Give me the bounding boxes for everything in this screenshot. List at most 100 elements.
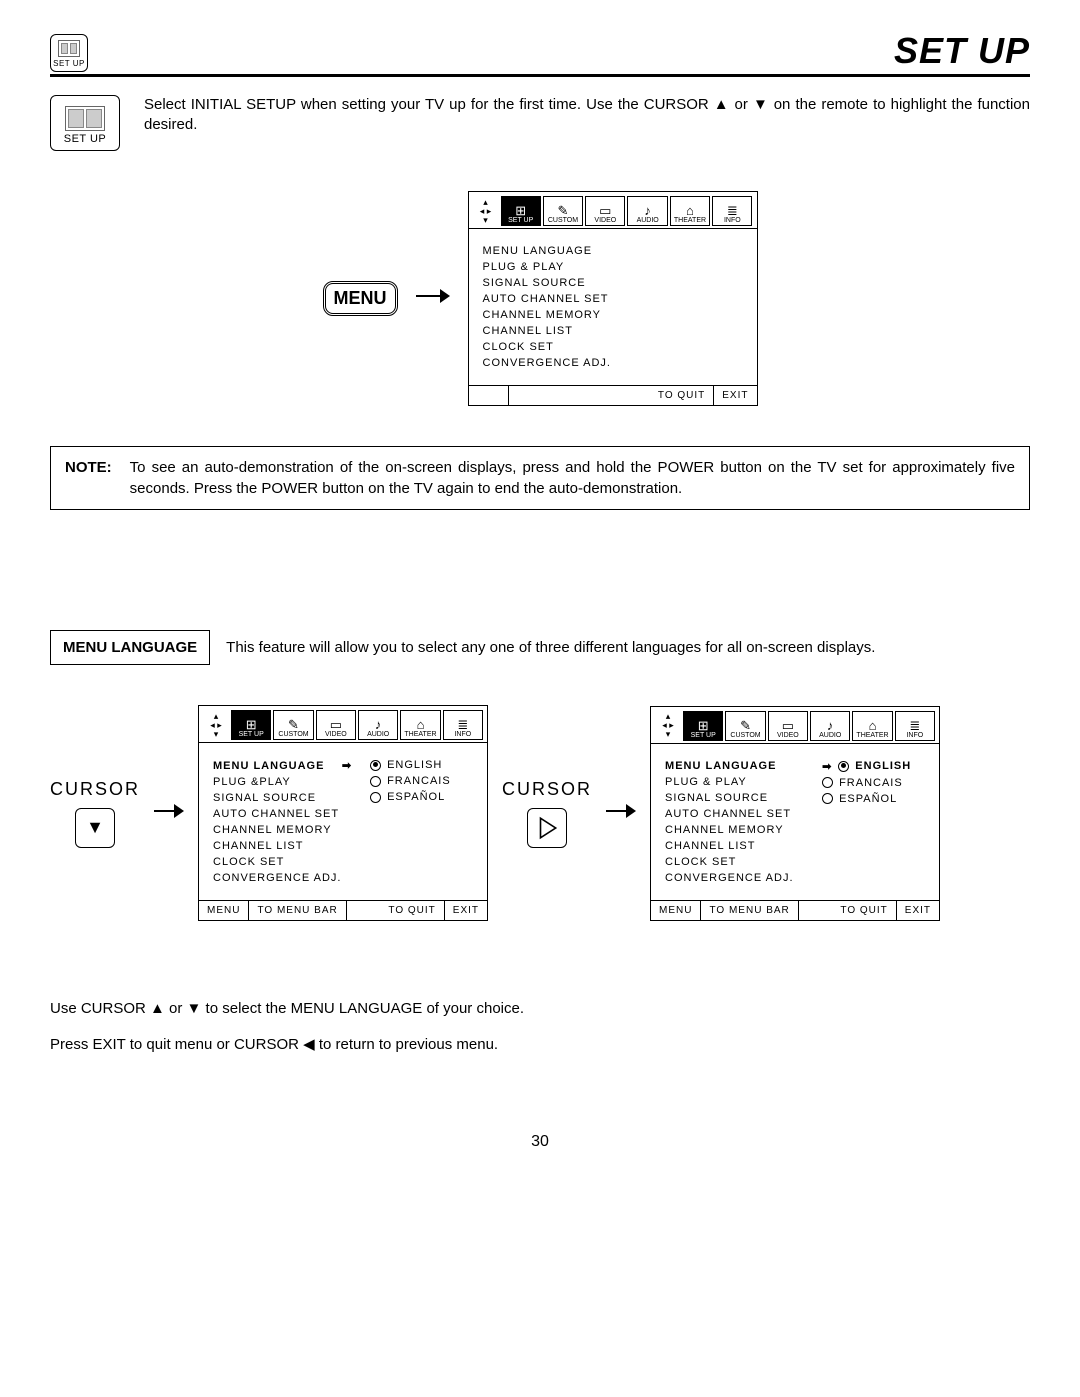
instruction-line: Use CURSOR ▲ or ▼ to select the MENU LAN… [50, 991, 1030, 1027]
osd-tab-custom[interactable]: ✎CUSTOM [725, 711, 765, 741]
lang-label: FRANCAIS [387, 775, 451, 787]
osd-item[interactable]: AUTO CHANNEL SET [483, 291, 747, 307]
osd-item-label: MENU LANGUAGE [665, 760, 776, 772]
osd-item[interactable]: CHANNEL LIST [483, 323, 747, 339]
instructions: Use CURSOR ▲ or ▼ to select the MENU LAN… [50, 991, 1030, 1063]
osd-item[interactable]: AUTO CHANNEL SET [213, 806, 352, 822]
osd-item[interactable]: CONVERGENCE ADJ. [665, 870, 804, 886]
lang-label: ESPAÑOL [387, 791, 445, 803]
cursor-label: CURSOR [50, 779, 140, 800]
osd-footer-exit[interactable]: EXIT [445, 901, 487, 920]
radio-icon [370, 792, 381, 803]
osd-tab-custom[interactable]: ✎CUSTOM [273, 710, 313, 740]
osd-footer-menubar: TO MENU BAR [701, 901, 798, 920]
note-box: NOTE: To see an auto-demonstration of th… [50, 446, 1030, 510]
arrow-right-icon [416, 283, 450, 315]
osd-tab-bar: ▴ ◂ ▸ ▾ ⊞SET UP ✎CUSTOM ▭VIDEO ♪AUDIO ⌂T… [469, 192, 757, 229]
osd-item[interactable]: CONVERGENCE ADJ. [483, 355, 747, 371]
osd-item[interactable]: PLUG &PLAY [213, 774, 352, 790]
osd-item-selected[interactable]: MENU LANGUAGE [665, 758, 804, 774]
osd-footer-quit: TO QUIT [380, 901, 444, 920]
menu-to-osd-row: MENU ▴ ◂ ▸ ▾ ⊞SET UP ✎CUSTOM ▭VIDEO ♪AUD… [50, 191, 1030, 406]
osd-item[interactable]: CHANNEL MEMORY [213, 822, 352, 838]
osd-cursor-arrows-icon: ▴ ◂ ▸ ▾ [473, 196, 499, 226]
lang-option[interactable]: FRANCAIS [822, 775, 929, 791]
setup-icon-med-label: SET UP [64, 133, 107, 145]
menu-language-desc: This feature will allow you to select an… [226, 639, 1030, 656]
osd-footer: MENU TO MENU BAR TO QUIT EXIT [199, 900, 487, 920]
osd-footer-menubar: TO MENU BAR [249, 901, 346, 920]
osd-tab-theater[interactable]: ⌂THEATER [400, 710, 440, 740]
osd-item[interactable]: MENU LANGUAGE [483, 243, 747, 259]
osd-item[interactable]: CLOCK SET [665, 854, 804, 870]
osd-item[interactable]: CLOCK SET [483, 339, 747, 355]
setup-glyph-icon [58, 40, 80, 57]
osd-tab-custom[interactable]: ✎CUSTOM [543, 196, 583, 226]
osd-tab-bar: ▴ ◂ ▸ ▾ ⊞SET UP ✎CUSTOM ▭VIDEO ♪AUDIO ⌂T… [651, 707, 939, 744]
osd-footer-exit[interactable]: EXIT [897, 901, 939, 920]
lang-option[interactable]: ENGLISH [370, 757, 477, 773]
osd-item[interactable]: CHANNEL MEMORY [665, 822, 804, 838]
osd-tab-bar: ▴ ◂ ▸ ▾ ⊞SET UP ✎CUSTOM ▭VIDEO ♪AUDIO ⌂T… [199, 706, 487, 743]
lang-option[interactable]: ESPAÑOL [822, 791, 929, 807]
lang-label: ESPAÑOL [839, 793, 897, 805]
radio-icon [822, 793, 833, 804]
osd-tab-theater[interactable]: ⌂THEATER [670, 196, 710, 226]
cursor-down-key[interactable]: ▼ [75, 808, 115, 848]
menu-language-heading-row: MENU LANGUAGE This feature will allow yo… [50, 630, 1030, 665]
intro-block: SET UP Select INITIAL SETUP when setting… [50, 95, 1030, 151]
radio-selected-icon [838, 761, 849, 772]
lang-option[interactable]: ESPAÑOL [370, 789, 477, 805]
lang-label: ENGLISH [855, 760, 911, 772]
osd-item[interactable]: CONVERGENCE ADJ. [213, 870, 352, 886]
cursor-right-key[interactable] [527, 808, 567, 848]
pointer-right-icon: ➡ [342, 759, 352, 772]
lang-option-selected[interactable]: ➡ ENGLISH [822, 758, 929, 775]
setup-glyph-icon [65, 106, 106, 131]
setup-icon-med: SET UP [50, 95, 120, 151]
page-title: SET UP [894, 30, 1030, 72]
osd-item[interactable]: CHANNEL LIST [213, 838, 352, 854]
osd-tab-info[interactable]: ≣INFO [895, 711, 935, 741]
osd-tab-video[interactable]: ▭VIDEO [585, 196, 625, 226]
note-label: NOTE: [65, 457, 112, 499]
osd-tab-info[interactable]: ≣INFO [712, 196, 752, 226]
osd-item[interactable]: SIGNAL SOURCE [213, 790, 352, 806]
osd-tab-audio[interactable]: ♪AUDIO [358, 710, 398, 740]
radio-icon [822, 777, 833, 788]
osd-tab-setup[interactable]: ⊞SET UP [231, 710, 271, 740]
osd-item[interactable]: CHANNEL MEMORY [483, 307, 747, 323]
osd-item[interactable]: SIGNAL SOURCE [665, 790, 804, 806]
osd-footer: MENU TO MENU BAR TO QUIT EXIT [651, 900, 939, 920]
cursor-right-stack: CURSOR [502, 779, 592, 848]
menu-button[interactable]: MENU [323, 281, 398, 316]
osd-footer-exit[interactable]: EXIT [714, 386, 756, 405]
lang-label: FRANCAIS [839, 777, 903, 789]
osd-tab-info[interactable]: ≣INFO [443, 710, 483, 740]
osd-tab-video[interactable]: ▭VIDEO [316, 710, 356, 740]
arrow-right-icon [154, 797, 184, 829]
osd-tab-audio[interactable]: ♪AUDIO [810, 711, 850, 741]
cursor-down-stack: CURSOR ▼ [50, 779, 140, 848]
osd-tab-video[interactable]: ▭VIDEO [768, 711, 808, 741]
osd-item[interactable]: CLOCK SET [213, 854, 352, 870]
osd-body: MENU LANGUAGE PLUG & PLAY SIGNAL SOURCE … [651, 744, 939, 900]
osd-tab-audio[interactable]: ♪AUDIO [627, 196, 667, 226]
osd-lang-left: ▴ ◂ ▸ ▾ ⊞SET UP ✎CUSTOM ▭VIDEO ♪AUDIO ⌂T… [198, 705, 488, 921]
osd-item[interactable]: PLUG & PLAY [665, 774, 804, 790]
osd-footer-menu[interactable]: MENU [199, 901, 249, 920]
osd-item[interactable]: CHANNEL LIST [665, 838, 804, 854]
osd-footer-menu[interactable]: MENU [651, 901, 701, 920]
osd-item[interactable]: AUTO CHANNEL SET [665, 806, 804, 822]
setup-icon-small-label: SET UP [53, 59, 85, 68]
page-header: SET UP SET UP [50, 30, 1030, 77]
osd-main: ▴ ◂ ▸ ▾ ⊞SET UP ✎CUSTOM ▭VIDEO ♪AUDIO ⌂T… [468, 191, 758, 406]
osd-item[interactable]: PLUG & PLAY [483, 259, 747, 275]
osd-item-selected[interactable]: MENU LANGUAGE ➡ [213, 757, 352, 774]
osd-tab-setup[interactable]: ⊞SET UP [501, 196, 541, 226]
osd-tab-setup[interactable]: ⊞SET UP [683, 711, 723, 741]
osd-item[interactable]: SIGNAL SOURCE [483, 275, 747, 291]
lang-option[interactable]: FRANCAIS [370, 773, 477, 789]
instruction-line: Press EXIT to quit menu or CURSOR ◀ to r… [50, 1027, 1030, 1063]
osd-tab-theater[interactable]: ⌂THEATER [852, 711, 892, 741]
